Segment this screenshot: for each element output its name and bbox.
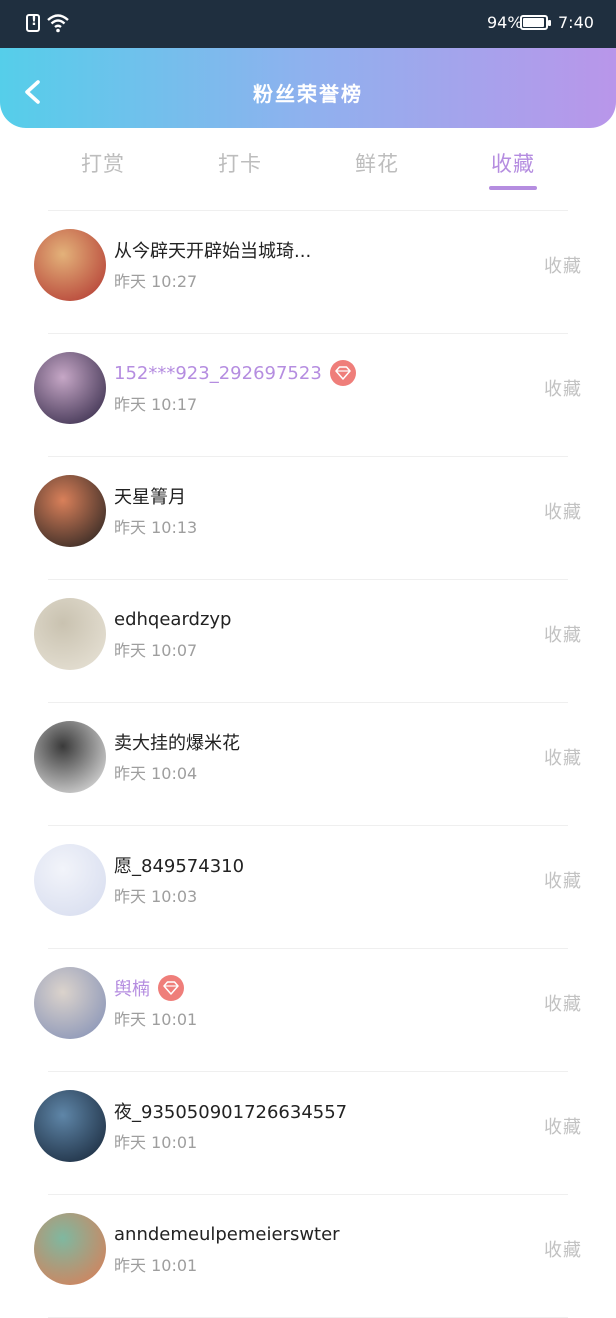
user-name: 夜_935050901726634557 [114, 1102, 348, 1123]
timestamp: 昨天 10:01 [114, 1010, 198, 1029]
battery-percent: 94% [487, 13, 523, 32]
avatar[interactable] [34, 229, 106, 301]
timestamp: 昨天 10:27 [114, 272, 198, 291]
name-line: 卖大挂的爆米花 [114, 728, 240, 756]
list-item[interactable]: 天星箐月昨天 10:13 收藏 [0, 457, 616, 580]
timestamp: 昨天 10:17 [114, 395, 198, 414]
list-item[interactable]: 152***923_292697523 昨天 10:17 收藏 [0, 334, 616, 457]
timestamp: 昨天 10:04 [114, 764, 198, 783]
name-line: edhqeardzyp [114, 605, 231, 633]
name-line: anndemeulpemeierswter [114, 1220, 340, 1248]
favorite-label[interactable]: 收藏 [544, 375, 582, 401]
favorite-label[interactable]: 收藏 [544, 252, 582, 278]
favorite-label[interactable]: 收藏 [544, 744, 582, 770]
timestamp: 昨天 10:03 [114, 887, 198, 906]
name-line: 愿_849574310 [114, 851, 244, 879]
page-title: 粉丝荣誉榜 [253, 82, 363, 106]
favorite-label[interactable]: 收藏 [544, 1113, 582, 1139]
timestamp: 昨天 10:13 [114, 518, 198, 537]
name-line: 舆楠 [114, 974, 184, 1002]
tab-favorites[interactable]: 收藏 [463, 148, 563, 178]
active-tab-indicator [489, 186, 537, 190]
name-line: 夜_935050901726634557 [114, 1097, 347, 1125]
sim-alert-icon [26, 14, 40, 32]
name-line: 152***923_292697523 [114, 359, 356, 387]
status-bar: 94% 7:40 [0, 0, 616, 48]
list-item[interactable]: 舆楠昨天 10:01 收藏 [0, 949, 616, 1072]
list-item[interactable]: 卖大挂的爆米花 昨天 10:04 收藏 [0, 703, 616, 826]
favorite-label[interactable]: 收藏 [544, 498, 582, 524]
avatar[interactable] [34, 598, 106, 670]
user-name: anndemeulpemeierswter [114, 1223, 340, 1245]
clock: 7:40 [558, 13, 594, 32]
avatar[interactable] [34, 1213, 106, 1285]
list-item[interactable]: 从今辟天开辟始当城琦... 昨天 10:27 收藏 [0, 211, 616, 334]
list-item[interactable]: edhqeardzyp 昨天 10:07 收藏 [0, 580, 616, 703]
tab-checkin[interactable]: 打卡 [190, 148, 290, 178]
list-item[interactable]: 愿_849574310 昨天 10:03 收藏 [0, 826, 616, 949]
user-name: 卖大挂的爆米花 [114, 733, 240, 754]
wifi-icon [47, 14, 69, 33]
favorite-label[interactable]: 收藏 [544, 621, 582, 647]
user-name: 天星箐月 [114, 487, 186, 508]
user-name: edhqeardzyp [114, 608, 232, 630]
favorite-label[interactable]: 收藏 [544, 867, 582, 893]
timestamp: 昨天 10:01 [114, 1256, 198, 1275]
diamond-badge-icon [329, 360, 356, 386]
avatar[interactable] [34, 1090, 106, 1162]
avatar[interactable] [34, 844, 106, 916]
battery-icon [520, 15, 551, 30]
avatar[interactable] [34, 967, 106, 1039]
tab-flowers[interactable]: 鲜花 [327, 148, 427, 178]
favorite-label[interactable]: 收藏 [544, 990, 582, 1016]
avatar[interactable] [34, 352, 106, 424]
avatar[interactable] [34, 475, 106, 547]
favorite-label[interactable]: 收藏 [544, 1236, 582, 1262]
diamond-badge-icon [158, 975, 184, 1001]
fan-list: 从今辟天开辟始当城琦... 昨天 10:27 收藏 152***923_2926975… [0, 211, 616, 1318]
user-name: 152***923_292697523 [114, 362, 322, 384]
user-name: 舆楠 [114, 979, 150, 1000]
user-name: 从今辟天开辟始当城琦... [114, 241, 312, 262]
timestamp: 昨天 10:07 [114, 641, 198, 660]
list-item[interactable]: anndemeulpemeierswter 昨天 10:01 收藏 [0, 1195, 616, 1318]
name-line: 从今辟天开辟始当城琦... [114, 236, 311, 264]
name-line: 天星箐月 [114, 482, 186, 510]
list-item[interactable]: 夜_935050901726634557 昨天 10:01 收藏 [0, 1072, 616, 1195]
user-name: 愿_849574310 [114, 856, 245, 877]
avatar[interactable] [34, 721, 106, 793]
tab-bar: 打赏 打卡 鲜花 收藏 [0, 140, 616, 196]
timestamp: 昨天 10:01 [114, 1133, 198, 1152]
tab-reward[interactable]: 打赏 [53, 148, 153, 178]
